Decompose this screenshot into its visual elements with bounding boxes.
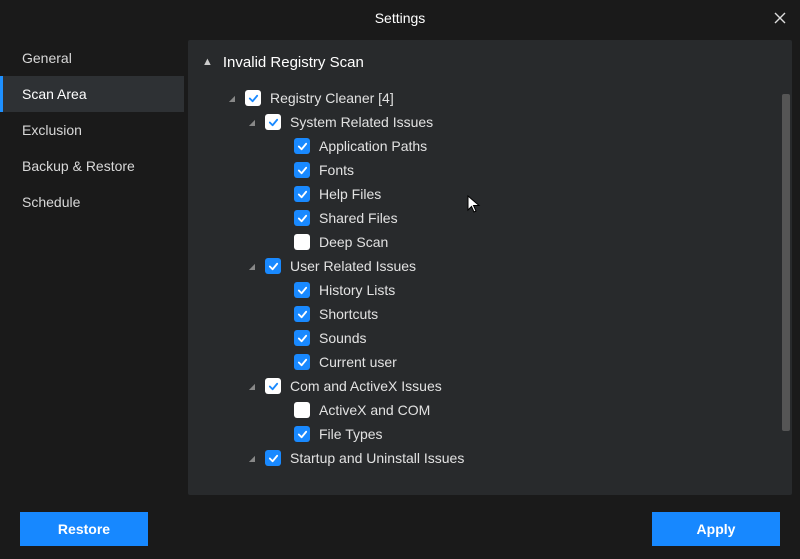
sidebar-item-general[interactable]: General [0,40,184,76]
close-icon [774,12,786,24]
tree-row-label: Application Paths [319,138,427,154]
caret-icon: ◢ [248,382,256,391]
section-header[interactable]: ▲ Invalid Registry Scan [188,40,792,84]
footer: Restore Apply [0,499,800,559]
checkbox[interactable] [265,450,281,466]
sidebar-item-label: Exclusion [22,122,82,138]
tree-row-label: User Related Issues [290,258,416,274]
settings-tree: ◢ Registry Cleaner [4] ◢ System Related Iss… [188,84,792,476]
tree-row[interactable]: ActiveX and COM [208,398,774,422]
checkbox[interactable] [245,90,261,106]
tree-row-label: Deep Scan [319,234,388,250]
sidebar-item-scan-area[interactable]: Scan Area [0,76,184,112]
sidebar-item-backup-restore[interactable]: Backup & Restore [0,148,184,184]
tree-row[interactable]: Application Paths [208,134,774,158]
sidebar-item-label: General [22,50,72,66]
checkbox[interactable] [294,330,310,346]
tree-row-label: System Related Issues [290,114,433,130]
tree-row[interactable]: Shortcuts [208,302,774,326]
checkbox[interactable] [294,210,310,226]
section-title: Invalid Registry Scan [223,54,364,71]
checkbox[interactable] [265,114,281,130]
window-title: Settings [375,10,426,26]
tree-row-label: ActiveX and COM [319,402,430,418]
chevron-up-icon: ▲ [202,56,213,68]
tree-row[interactable]: ◢ System Related Issues [208,110,774,134]
apply-button[interactable]: Apply [652,512,780,546]
tree-row-label: Current user [319,354,397,370]
sidebar-item-label: Schedule [22,194,80,210]
scrollbar-track[interactable] [782,94,790,491]
checkbox[interactable] [294,162,310,178]
checkbox[interactable] [294,306,310,322]
tree-row-label: Com and ActiveX Issues [290,378,442,394]
caret-icon: ◢ [248,118,256,127]
checkbox[interactable] [294,282,310,298]
checkbox[interactable] [294,186,310,202]
checkbox[interactable] [294,402,310,418]
sidebar-item-label: Scan Area [22,86,87,102]
checkbox[interactable] [294,426,310,442]
checkbox[interactable] [294,354,310,370]
tree-row[interactable]: Shared Files [208,206,774,230]
tree-row[interactable]: File Types [208,422,774,446]
checkbox[interactable] [294,234,310,250]
tree-row[interactable]: ◢ User Related Issues [208,254,774,278]
caret-icon: ◢ [248,262,256,271]
tree-row[interactable]: ◢ Com and ActiveX Issues [208,374,774,398]
checkbox[interactable] [265,258,281,274]
checkbox[interactable] [294,138,310,154]
tree-row[interactable]: Current user [208,350,774,374]
caret-icon: ◢ [248,454,256,463]
restore-button[interactable]: Restore [20,512,148,546]
tree-row-label: File Types [319,426,383,442]
tree-row-label: Shared Files [319,210,398,226]
content-panel: ▲ Invalid Registry Scan ◢ Registry Cleane… [188,40,792,495]
tree-row[interactable]: ◢ Startup and Uninstall Issues [208,446,774,470]
tree-row[interactable]: Help Files [208,182,774,206]
sidebar-item-schedule[interactable]: Schedule [0,184,184,220]
tree-row-label: Startup and Uninstall Issues [290,450,464,466]
tree-row[interactable]: Sounds [208,326,774,350]
tree-row[interactable]: ◢ Registry Cleaner [4] [208,86,774,110]
caret-icon: ◢ [228,94,236,103]
settings-sidebar: General Scan Area Exclusion Backup & Restor… [0,36,184,499]
tree-row-label: Sounds [319,330,366,346]
checkbox[interactable] [265,378,281,394]
scrollbar-thumb[interactable] [782,94,790,431]
sidebar-item-label: Backup & Restore [22,158,135,174]
close-button[interactable] [760,0,800,36]
tree-row-label: Help Files [319,186,381,202]
tree-row[interactable]: Deep Scan [208,230,774,254]
sidebar-item-exclusion[interactable]: Exclusion [0,112,184,148]
tree-row[interactable]: Fonts [208,158,774,182]
tree-row-label: Registry Cleaner [4] [270,90,394,106]
tree-row-label: History Lists [319,282,395,298]
tree-row-label: Fonts [319,162,354,178]
tree-row[interactable]: History Lists [208,278,774,302]
titlebar: Settings [0,0,800,36]
tree-row-label: Shortcuts [319,306,378,322]
